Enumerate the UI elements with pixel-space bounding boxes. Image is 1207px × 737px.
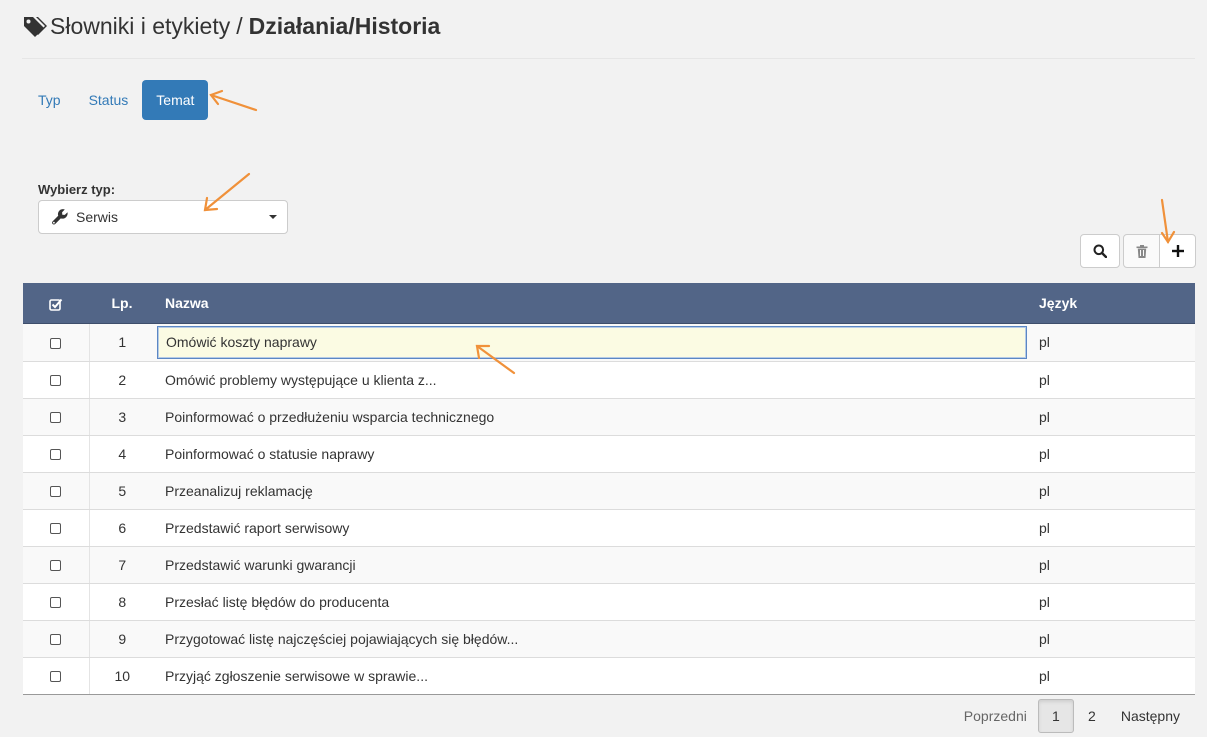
row-lang: pl <box>1031 657 1195 695</box>
row-checkbox-cell <box>23 472 89 510</box>
column-lang[interactable]: Język <box>1031 283 1195 324</box>
title-separator: / <box>236 13 243 39</box>
row-checkbox-cell <box>23 657 89 695</box>
row-lang: pl <box>1031 620 1195 658</box>
select-all-header[interactable] <box>23 283 89 324</box>
page-title: Słowniki i etykiety / Działania/Historia <box>22 13 440 40</box>
tab-status[interactable]: Status <box>75 80 143 120</box>
row-checkbox[interactable] <box>50 449 62 461</box>
table-row[interactable]: 4 Poinformować o statusie naprawy pl <box>23 435 1195 473</box>
row-checkbox[interactable] <box>50 375 62 387</box>
row-checkbox-cell <box>23 509 89 547</box>
row-lp: 7 <box>88 546 155 584</box>
title-current: Działania/Historia <box>248 13 441 39</box>
search-button[interactable] <box>1080 234 1120 268</box>
row-checkbox[interactable] <box>50 560 62 572</box>
row-name-input[interactable] <box>157 325 1027 359</box>
row-checkbox[interactable] <box>50 486 62 498</box>
row-lp: 6 <box>88 509 155 547</box>
row-lang: pl <box>1031 546 1195 584</box>
plus-icon <box>1171 245 1184 257</box>
add-button[interactable] <box>1159 234 1196 268</box>
row-lp: 8 <box>88 583 155 621</box>
row-name[interactable]: Przedstawić raport serwisowy <box>155 509 1031 547</box>
table-header-row: Lp. Nazwa Język <box>23 283 1195 324</box>
row-checkbox[interactable] <box>50 337 62 349</box>
type-select-label: Wybierz typ: <box>38 182 116 197</box>
table-row[interactable]: 8 Przesłać listę błędów do producenta pl <box>23 583 1195 621</box>
table-row[interactable]: 10 Przyjąć zgłoszenie serwisowe w sprawi… <box>23 657 1195 695</box>
table-row[interactable]: 9 Przygotować listę najczęściej pojawiaj… <box>23 620 1195 658</box>
delete-button[interactable] <box>1123 234 1160 268</box>
title-divider <box>22 58 1195 59</box>
page-button-2[interactable]: 2 <box>1074 699 1110 733</box>
trash-icon <box>1136 244 1147 258</box>
row-name[interactable]: Przeanalizuj reklamację <box>155 472 1031 510</box>
wrench-icon <box>51 208 69 226</box>
row-checkbox-cell <box>23 435 89 473</box>
column-name[interactable]: Nazwa <box>155 283 1031 324</box>
row-name[interactable]: Przesłać listę błędów do producenta <box>155 583 1031 621</box>
row-name[interactable]: Poinformować o statusie naprawy <box>155 435 1031 473</box>
row-name[interactable]: Omówić problemy występujące u klienta z.… <box>155 361 1031 399</box>
table-row[interactable]: 3 Poinformować o przedłużeniu wsparcia t… <box>23 398 1195 436</box>
prev-page-button[interactable]: Poprzedni <box>953 699 1038 733</box>
row-checkbox[interactable] <box>50 634 62 646</box>
title-section: Słowniki i etykiety <box>50 13 231 39</box>
row-lp: 1 <box>88 323 155 362</box>
row-checkbox[interactable] <box>50 523 62 535</box>
row-checkbox[interactable] <box>50 671 62 683</box>
column-lp[interactable]: Lp. <box>89 283 155 324</box>
row-name[interactable]: Przedstawić warunki gwarancji <box>155 546 1031 584</box>
table-row[interactable]: 6 Przedstawić raport serwisowy pl <box>23 509 1195 547</box>
table-row[interactable]: 5 Przeanalizuj reklamację pl <box>23 472 1195 510</box>
row-lp: 3 <box>88 398 155 436</box>
row-name[interactable]: Przygotować listę najczęściej pojawiając… <box>155 620 1031 658</box>
type-select-value: Serwis <box>76 209 119 225</box>
table-row[interactable]: 1 pl <box>23 323 1195 362</box>
tab-temat[interactable]: Temat <box>142 80 209 120</box>
row-checkbox-cell <box>23 323 89 362</box>
dictionary-tabs: Typ Status Temat <box>24 80 209 120</box>
row-checkbox-cell <box>23 620 89 658</box>
page-button-1[interactable]: 1 <box>1037 699 1074 733</box>
row-lang: pl <box>1031 509 1195 547</box>
row-lp: 5 <box>88 472 155 510</box>
arrow-annotation <box>209 89 258 112</box>
page: Słowniki i etykiety / Działania/Historia… <box>0 0 1207 737</box>
chevron-down-icon <box>269 215 277 219</box>
next-page-button[interactable]: Następny <box>1110 699 1191 733</box>
row-lp: 9 <box>88 620 155 658</box>
row-checkbox-cell <box>23 583 89 621</box>
row-name[interactable]: Przyjąć zgłoszenie serwisowe w sprawie..… <box>155 657 1031 695</box>
table-row[interactable]: 7 Przedstawić warunki gwarancji pl <box>23 546 1195 584</box>
row-lang: pl <box>1031 361 1195 399</box>
pagination: Poprzedni 1 2 Następny <box>953 699 1191 733</box>
row-checkbox[interactable] <box>50 597 62 609</box>
check-square-icon <box>49 298 63 311</box>
row-lang: pl <box>1031 398 1195 436</box>
row-lang: pl <box>1031 583 1195 621</box>
row-lang: pl <box>1031 435 1195 473</box>
type-select[interactable]: Serwis <box>38 200 288 234</box>
row-lang: pl <box>1031 472 1195 510</box>
row-checkbox-cell <box>23 546 89 584</box>
row-lp: 10 <box>88 657 155 695</box>
row-lang: pl <box>1031 323 1195 362</box>
tab-typ[interactable]: Typ <box>24 80 75 120</box>
tags-icon <box>22 15 48 39</box>
table-toolbar <box>1080 234 1196 268</box>
row-lp: 2 <box>88 361 155 399</box>
row-checkbox-cell <box>23 361 89 399</box>
row-checkbox-cell <box>23 398 89 436</box>
row-name[interactable]: Poinformować o przedłużeniu wsparcia tec… <box>155 398 1031 436</box>
row-checkbox[interactable] <box>50 412 62 424</box>
row-lp: 4 <box>88 435 155 473</box>
row-name-edit-cell <box>155 323 1031 362</box>
table-row[interactable]: 2 Omówić problemy występujące u klienta … <box>23 361 1195 399</box>
topics-table: Lp. Nazwa Język 1 pl 2 Omówić pro <box>23 283 1195 695</box>
search-icon <box>1093 244 1107 258</box>
